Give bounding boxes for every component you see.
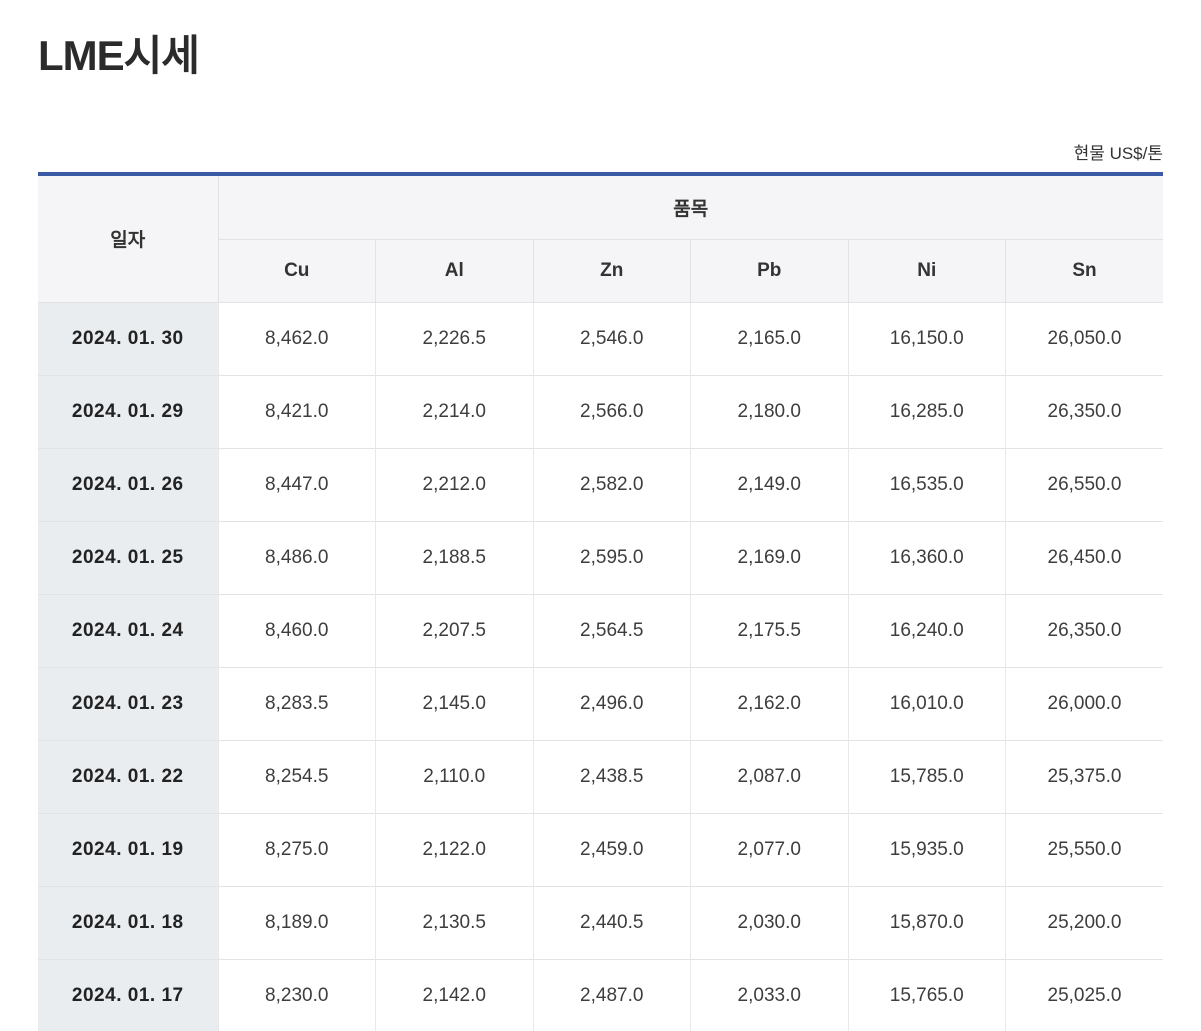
price-cell: 2,459.0 [533, 813, 691, 886]
price-cell: 26,550.0 [1006, 448, 1164, 521]
price-cell: 2,162.0 [691, 667, 849, 740]
price-cell: 2,169.0 [691, 521, 849, 594]
table-row: 2024. 01. 268,447.02,212.02,582.02,149.0… [38, 448, 1163, 521]
price-cell: 16,360.0 [848, 521, 1006, 594]
price-cell: 2,077.0 [691, 813, 849, 886]
page-title: LME시세 [38, 22, 1163, 83]
price-cell: 16,240.0 [848, 594, 1006, 667]
header-row-group: 일자 품목 [38, 174, 1163, 239]
price-cell: 8,462.0 [218, 302, 376, 375]
page-container: LME시세 현물 US$/톤 일자 품목 CuAlZnPbNiSn 2024. … [38, 22, 1163, 1031]
price-cell: 2,110.0 [376, 740, 534, 813]
table-row: 2024. 01. 178,230.02,142.02,487.02,033.0… [38, 959, 1163, 1031]
price-cell: 2,033.0 [691, 959, 849, 1031]
price-cell: 2,582.0 [533, 448, 691, 521]
price-cell: 2,487.0 [533, 959, 691, 1031]
price-cell: 2,496.0 [533, 667, 691, 740]
price-cell: 2,145.0 [376, 667, 534, 740]
lme-price-table: 일자 품목 CuAlZnPbNiSn 2024. 01. 308,462.02,… [38, 172, 1163, 1031]
price-cell: 2,122.0 [376, 813, 534, 886]
price-cell: 2,142.0 [376, 959, 534, 1031]
price-cell: 2,564.5 [533, 594, 691, 667]
price-cell: 26,350.0 [1006, 594, 1164, 667]
date-cell: 2024. 01. 25 [38, 521, 218, 594]
price-cell: 2,438.5 [533, 740, 691, 813]
price-cell: 8,189.0 [218, 886, 376, 959]
table-body: 2024. 01. 308,462.02,226.52,546.02,165.0… [38, 302, 1163, 1031]
price-cell: 26,450.0 [1006, 521, 1164, 594]
date-cell: 2024. 01. 18 [38, 886, 218, 959]
price-cell: 8,486.0 [218, 521, 376, 594]
group-header-items: 품목 [218, 174, 1163, 239]
date-cell: 2024. 01. 26 [38, 448, 218, 521]
price-cell: 26,000.0 [1006, 667, 1164, 740]
table-row: 2024. 01. 228,254.52,110.02,438.52,087.0… [38, 740, 1163, 813]
col-header-zn: Zn [533, 239, 691, 302]
price-cell: 25,025.0 [1006, 959, 1164, 1031]
col-header-al: Al [376, 239, 534, 302]
table-row: 2024. 01. 248,460.02,207.52,564.52,175.5… [38, 594, 1163, 667]
date-cell: 2024. 01. 30 [38, 302, 218, 375]
date-cell: 2024. 01. 22 [38, 740, 218, 813]
price-cell: 2,226.5 [376, 302, 534, 375]
price-cell: 16,285.0 [848, 375, 1006, 448]
price-cell: 25,200.0 [1006, 886, 1164, 959]
date-cell: 2024. 01. 17 [38, 959, 218, 1031]
price-cell: 2,165.0 [691, 302, 849, 375]
col-header-ni: Ni [848, 239, 1006, 302]
price-cell: 2,440.5 [533, 886, 691, 959]
price-cell: 2,180.0 [691, 375, 849, 448]
table-header: 일자 품목 CuAlZnPbNiSn [38, 174, 1163, 302]
price-cell: 8,421.0 [218, 375, 376, 448]
price-cell: 2,175.5 [691, 594, 849, 667]
col-header-sn: Sn [1006, 239, 1164, 302]
table-row: 2024. 01. 238,283.52,145.02,496.02,162.0… [38, 667, 1163, 740]
price-cell: 16,010.0 [848, 667, 1006, 740]
price-cell: 26,050.0 [1006, 302, 1164, 375]
price-cell: 2,188.5 [376, 521, 534, 594]
price-cell: 8,447.0 [218, 448, 376, 521]
table-row: 2024. 01. 188,189.02,130.52,440.52,030.0… [38, 886, 1163, 959]
table-row: 2024. 01. 258,486.02,188.52,595.02,169.0… [38, 521, 1163, 594]
price-cell: 15,870.0 [848, 886, 1006, 959]
price-cell: 8,460.0 [218, 594, 376, 667]
price-cell: 2,087.0 [691, 740, 849, 813]
price-cell: 8,275.0 [218, 813, 376, 886]
date-cell: 2024. 01. 23 [38, 667, 218, 740]
price-cell: 2,595.0 [533, 521, 691, 594]
price-cell: 2,149.0 [691, 448, 849, 521]
price-cell: 2,130.5 [376, 886, 534, 959]
table-row: 2024. 01. 198,275.02,122.02,459.02,077.0… [38, 813, 1163, 886]
price-cell: 2,207.5 [376, 594, 534, 667]
price-cell: 2,546.0 [533, 302, 691, 375]
col-header-pb: Pb [691, 239, 849, 302]
price-cell: 2,030.0 [691, 886, 849, 959]
price-cell: 2,566.0 [533, 375, 691, 448]
price-cell: 15,785.0 [848, 740, 1006, 813]
table-row: 2024. 01. 308,462.02,226.52,546.02,165.0… [38, 302, 1163, 375]
price-cell: 15,765.0 [848, 959, 1006, 1031]
date-cell: 2024. 01. 29 [38, 375, 218, 448]
price-cell: 2,212.0 [376, 448, 534, 521]
price-cell: 8,254.5 [218, 740, 376, 813]
price-cell: 16,535.0 [848, 448, 1006, 521]
unit-label: 현물 US$/톤 [38, 139, 1163, 164]
price-cell: 25,550.0 [1006, 813, 1164, 886]
price-cell: 26,350.0 [1006, 375, 1164, 448]
table-row: 2024. 01. 298,421.02,214.02,566.02,180.0… [38, 375, 1163, 448]
price-cell: 8,283.5 [218, 667, 376, 740]
price-cell: 8,230.0 [218, 959, 376, 1031]
date-cell: 2024. 01. 24 [38, 594, 218, 667]
col-header-date: 일자 [38, 174, 218, 302]
col-header-cu: Cu [218, 239, 376, 302]
price-cell: 15,935.0 [848, 813, 1006, 886]
price-cell: 2,214.0 [376, 375, 534, 448]
date-cell: 2024. 01. 19 [38, 813, 218, 886]
price-cell: 25,375.0 [1006, 740, 1164, 813]
price-cell: 16,150.0 [848, 302, 1006, 375]
